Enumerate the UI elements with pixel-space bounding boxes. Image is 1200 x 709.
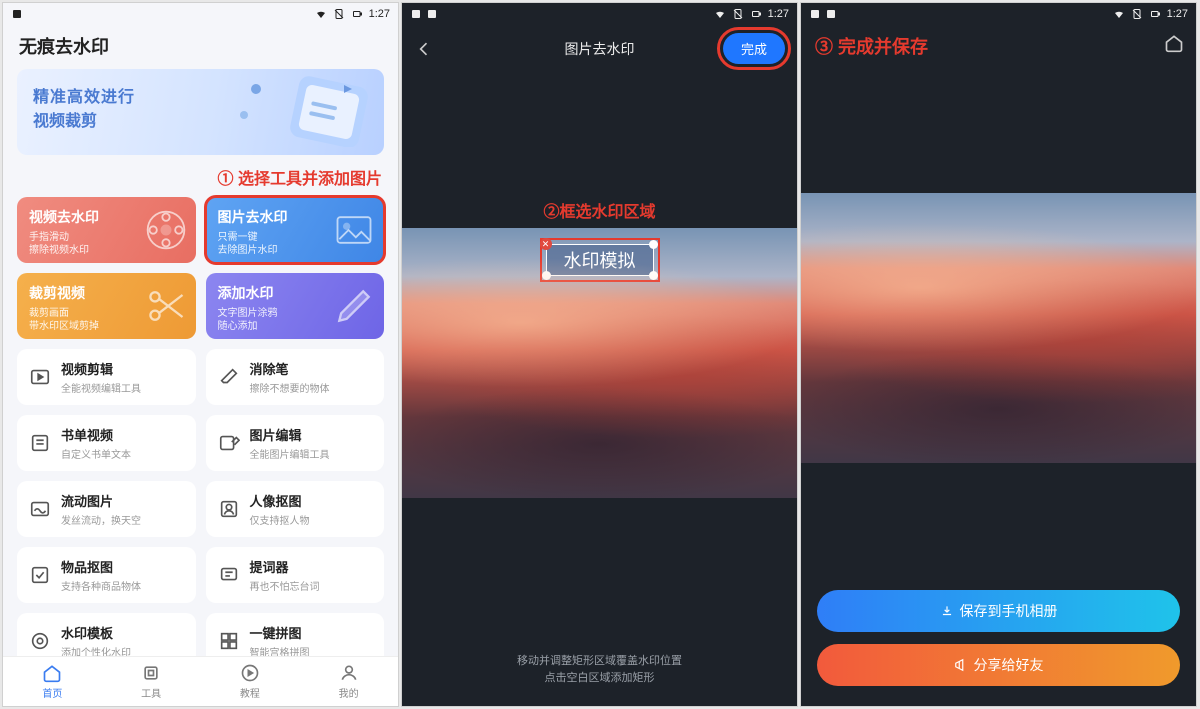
tool-portrait-cutout[interactable]: 人像抠图仅支持抠人物	[206, 481, 385, 537]
wifi-icon	[1113, 8, 1125, 20]
delete-handle[interactable]: ✕	[540, 238, 552, 250]
home-icon	[42, 663, 62, 683]
tutorial-icon	[240, 663, 260, 683]
watermark-template-icon	[29, 630, 51, 652]
image-icon	[332, 208, 376, 252]
card-video-watermark[interactable]: 视频去水印 手指滑动擦除视频水印	[17, 197, 196, 263]
pencil-icon	[332, 284, 376, 328]
battery-icon	[1149, 8, 1161, 20]
share-button[interactable]: 分享给好友	[817, 644, 1180, 686]
screen-home: 1:27 无痕去水印 精准高效进行 视频裁剪 ① 选择工具并添加图片 视频去水印…	[2, 2, 399, 707]
wifi-icon	[315, 8, 327, 20]
editor-title: 图片去水印	[565, 39, 635, 59]
portrait-icon	[218, 498, 240, 520]
annotation-step2: ②框选水印区域	[402, 72, 797, 228]
tool-list: 视频剪辑全能视频编辑工具 消除笔擦除不想要的物体 书单视频自定义书单文本 图片编…	[17, 349, 384, 707]
share-icon	[954, 658, 968, 672]
download-icon	[940, 604, 954, 618]
feature-cards-grid: 视频去水印 手指滑动擦除视频水印 图片去水印 只需一键去除图片水印 裁剪视频 裁…	[17, 197, 384, 339]
watermark-selection[interactable]: 水印模拟 ✕	[546, 244, 654, 276]
result-image	[801, 193, 1196, 463]
collage-icon	[218, 630, 240, 652]
battery-icon	[351, 8, 363, 20]
teleprompter-icon	[218, 564, 240, 586]
banner-illustration	[234, 75, 374, 147]
film-reel-icon	[144, 208, 188, 252]
status-time: 1:27	[369, 8, 390, 20]
card-add-watermark[interactable]: 添加水印 文字图片涂鸦随心添加	[206, 273, 385, 339]
tool-object-cutout[interactable]: 物品抠图支持各种商品物体	[17, 547, 196, 603]
tool-video-edit[interactable]: 视频剪辑全能视频编辑工具	[17, 349, 196, 405]
editor-topbar: 图片去水印 完成	[402, 25, 797, 72]
tab-tutorial[interactable]: 教程	[201, 657, 300, 706]
editor-hint: 移动并调整矩形区域覆盖水印位置 点击空白区域添加矩形	[402, 653, 797, 688]
wifi-icon	[714, 8, 726, 20]
editor-canvas[interactable]: 水印模拟 ✕	[402, 228, 797, 498]
save-button[interactable]: 保存到手机相册	[817, 590, 1180, 632]
back-icon[interactable]	[414, 39, 434, 59]
app-indicator-icon	[426, 8, 438, 20]
video-edit-icon	[29, 366, 51, 388]
status-bar: 1:27	[801, 3, 1196, 25]
card-image-watermark[interactable]: 图片去水印 只需一键去除图片水印	[206, 197, 385, 263]
app-indicator-icon	[825, 8, 837, 20]
screen-result: 1:27 ③ 完成并保存 保存到手机相册 分享给好友	[800, 2, 1197, 707]
home-icon[interactable]	[1164, 33, 1184, 53]
object-cutout-icon	[29, 564, 51, 586]
resize-handle-bl[interactable]	[542, 271, 551, 280]
scissors-icon	[144, 284, 188, 328]
tool-image-edit[interactable]: 图片编辑全能图片编辑工具	[206, 415, 385, 471]
tools-icon	[141, 663, 161, 683]
done-button[interactable]: 完成	[723, 33, 785, 64]
selection-highlight: 水印模拟 ✕	[540, 238, 660, 282]
status-time: 1:27	[1167, 8, 1188, 20]
status-bar: 1:27	[402, 3, 797, 25]
profile-icon	[339, 663, 359, 683]
no-sim-icon	[333, 8, 345, 20]
tool-teleprompter[interactable]: 提词器再也不怕忘台词	[206, 547, 385, 603]
annotation-step1: ① 选择工具并添加图片	[3, 165, 398, 197]
no-sim-icon	[1131, 8, 1143, 20]
app-indicator-icon	[410, 8, 422, 20]
eraser-icon	[218, 366, 240, 388]
bottom-tabbar: 首页 工具 教程 我的	[3, 656, 398, 706]
promo-banner[interactable]: 精准高效进行 视频裁剪	[17, 69, 384, 155]
flow-icon	[29, 498, 51, 520]
tool-booklist-video[interactable]: 书单视频自定义书单文本	[17, 415, 196, 471]
tab-mine[interactable]: 我的	[299, 657, 398, 706]
page-title: 无痕去水印	[3, 25, 398, 69]
card-crop-video[interactable]: 裁剪视频 裁剪画面带水印区域剪掉	[17, 273, 196, 339]
tool-eraser[interactable]: 消除笔擦除不想要的物体	[206, 349, 385, 405]
screen-editor: 1:27 图片去水印 完成 ②框选水印区域 水印模拟 ✕ 移动并调整矩形区域覆盖…	[401, 2, 798, 707]
battery-icon	[750, 8, 762, 20]
status-bar: 1:27	[3, 3, 398, 25]
app-indicator-icon	[11, 8, 23, 20]
result-actions: 保存到手机相册 分享给好友	[817, 590, 1180, 686]
no-sim-icon	[732, 8, 744, 20]
tool-flow-image[interactable]: 流动图片发丝流动，换天空	[17, 481, 196, 537]
booklist-icon	[29, 432, 51, 454]
resize-handle-br[interactable]	[649, 271, 658, 280]
status-time: 1:27	[768, 8, 789, 20]
resize-handle-tr[interactable]	[649, 240, 658, 249]
app-indicator-icon	[809, 8, 821, 20]
tab-tools[interactable]: 工具	[102, 657, 201, 706]
image-edit-icon	[218, 432, 240, 454]
tab-home[interactable]: 首页	[3, 657, 102, 706]
annotation-step3: ③ 完成并保存	[815, 33, 928, 59]
